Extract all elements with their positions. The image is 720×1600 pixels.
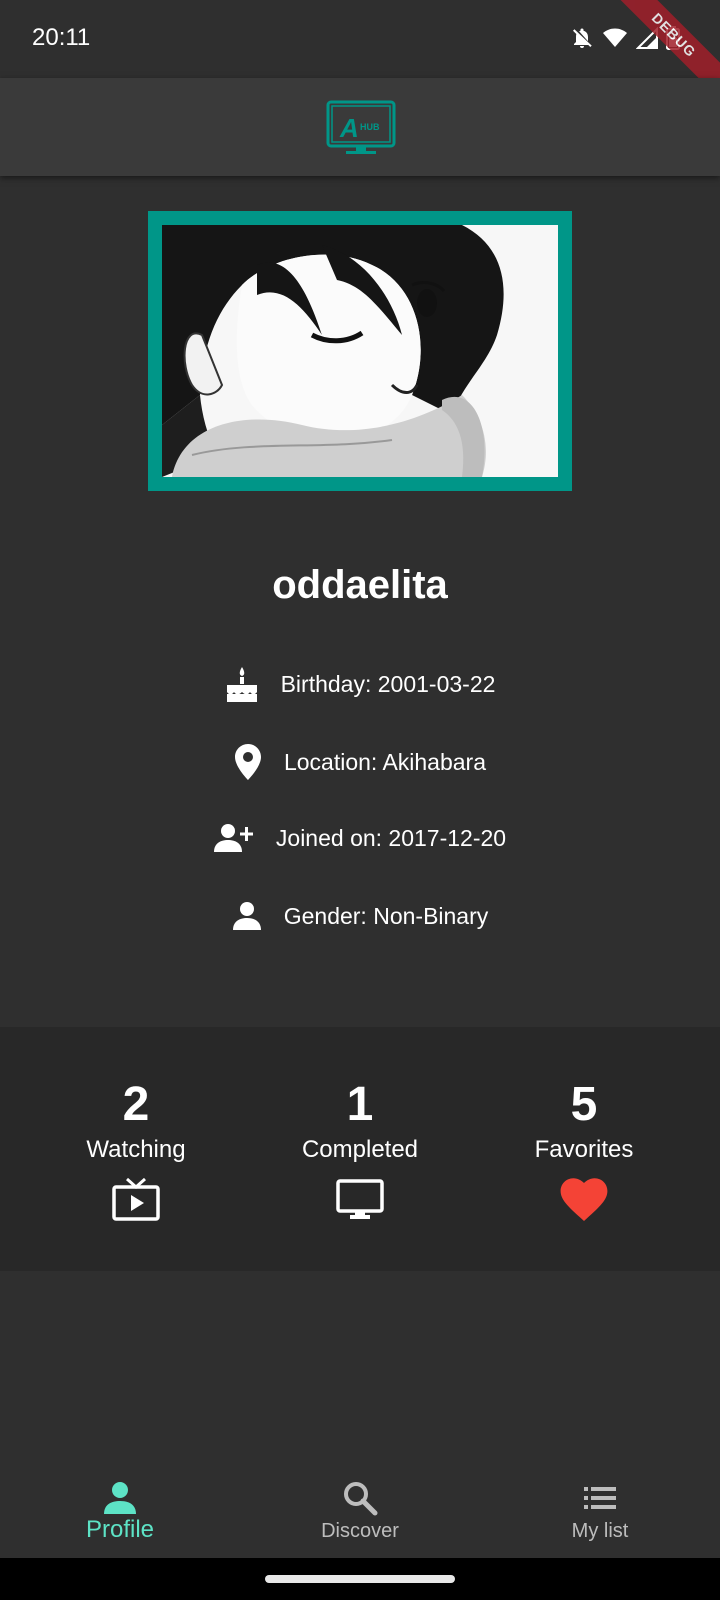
info-row-birthday: Birthday: 2001-03-22 — [0, 665, 720, 703]
nav-profile[interactable]: Profile — [0, 1470, 240, 1558]
nav-my-list-label: My list — [571, 1520, 629, 1542]
stat-favorites-count: 5 — [570, 1078, 598, 1131]
stats-panel: 2 Watching 1 Completed 5 Favorites — [0, 1027, 720, 1271]
cake-icon — [226, 667, 257, 702]
list-icon — [584, 1487, 616, 1509]
notifications-off-icon — [573, 28, 592, 48]
info-text-location: Location: Akihabara — [283, 748, 487, 775]
info-text-gender: Gender: Non-Binary — [283, 902, 489, 929]
stat-completed-count: 1 — [346, 1078, 374, 1131]
heart-icon — [560, 1178, 608, 1221]
stat-watching-label: Watching — [86, 1136, 186, 1163]
status-bar: 20:11 DEBUG — [0, 0, 720, 108]
person-icon — [104, 1482, 136, 1514]
info-text-birthday: Birthday: 2001-03-22 — [280, 670, 496, 697]
home-gesture-handle[interactable] — [265, 1575, 455, 1583]
info-row-joined: Joined on: 2017-12-20 — [0, 823, 720, 853]
bottom-navigation: Profile Discover My list — [0, 1470, 720, 1558]
svg-text:A: A — [339, 113, 359, 143]
stat-favorites-label: Favorites — [534, 1136, 634, 1163]
person-icon — [232, 902, 261, 930]
nav-profile-label: Profile — [85, 1516, 155, 1543]
location-pin-icon — [234, 744, 261, 780]
search-icon — [344, 1482, 378, 1516]
nav-my-list[interactable]: My list — [480, 1470, 720, 1558]
info-row-gender: Gender: Non-Binary — [0, 901, 720, 931]
live-tv-icon — [112, 1177, 160, 1221]
app-logo: A HUB — [326, 100, 396, 163]
profile-picture-frame — [148, 211, 572, 491]
desktop-icon — [336, 1179, 384, 1219]
nav-discover-label: Discover — [321, 1520, 399, 1542]
info-row-location: Location: Akihabara — [0, 743, 720, 781]
username: oddaelita — [272, 563, 448, 607]
stat-completed-label: Completed — [301, 1136, 419, 1163]
profile-picture — [162, 225, 558, 477]
person-add-icon — [213, 824, 253, 852]
info-text-joined: Joined on: 2017-12-20 — [275, 824, 507, 851]
wifi-icon — [603, 28, 627, 47]
nav-discover[interactable]: Discover — [240, 1470, 480, 1558]
svg-text:HUB: HUB — [360, 122, 380, 132]
status-time: 20:11 — [32, 24, 91, 51]
stat-watching-count: 2 — [122, 1078, 150, 1131]
